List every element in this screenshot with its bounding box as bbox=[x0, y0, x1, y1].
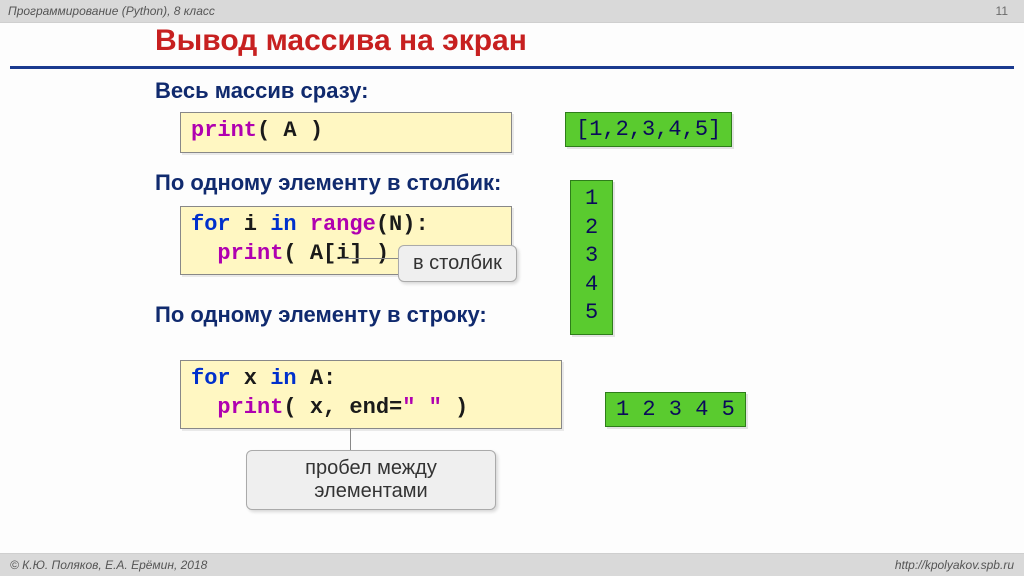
callout-connector bbox=[350, 429, 352, 451]
kw-in: in bbox=[270, 366, 296, 391]
kw-print: print bbox=[217, 241, 283, 266]
kw-print: print bbox=[217, 395, 283, 420]
output-row: 1 2 3 4 5 bbox=[605, 392, 746, 427]
code-string: " " bbox=[402, 395, 442, 420]
code-text: ( A ) bbox=[257, 118, 323, 143]
code-text: ( A[i] ) bbox=[283, 241, 389, 266]
kw-print: print bbox=[191, 118, 257, 143]
header-left: Программирование (Python), 8 класс bbox=[8, 4, 215, 18]
slide: Программирование (Python), 8 класс 11 Вы… bbox=[0, 0, 1024, 576]
output-whole-array: [1,2,3,4,5] bbox=[565, 112, 732, 147]
bottom-bar: © К.Ю. Поляков, Е.А. Ерёмин, 2018 http:/… bbox=[0, 553, 1024, 576]
slide-title: Вывод массива на экран bbox=[155, 24, 527, 58]
callout-connector bbox=[340, 258, 398, 259]
kw-range: range bbox=[297, 212, 376, 237]
code-text: (N): bbox=[376, 212, 429, 237]
subheading-whole-array: Весь массив сразу: bbox=[155, 78, 368, 104]
page-number: 11 bbox=[996, 4, 1008, 18]
top-bar: Программирование (Python), 8 класс 11 bbox=[0, 0, 1024, 23]
kw-in: in bbox=[270, 212, 296, 237]
code-for-in-a: for x in A: print( x, end=" " ) bbox=[180, 360, 562, 429]
callout-space: пробел между элементами bbox=[246, 450, 496, 510]
kw-for: for bbox=[191, 366, 231, 391]
code-text: A: bbox=[297, 366, 337, 391]
code-print-a: print( A ) bbox=[180, 112, 512, 153]
code-text: ) bbox=[442, 395, 468, 420]
kw-for: for bbox=[191, 212, 231, 237]
code-text: ( x, end= bbox=[283, 395, 402, 420]
callout-column: в столбик bbox=[398, 245, 517, 282]
footer-right: http://kpolyakov.spb.ru bbox=[895, 558, 1014, 572]
subheading-column: По одному элементу в столбик: bbox=[155, 170, 501, 196]
title-rule bbox=[10, 66, 1014, 69]
code-indent bbox=[191, 395, 217, 420]
footer-left: © К.Ю. Поляков, Е.А. Ерёмин, 2018 bbox=[10, 558, 207, 572]
output-column: 1 2 3 4 5 bbox=[570, 180, 613, 335]
code-indent bbox=[191, 241, 217, 266]
code-text: i bbox=[231, 212, 271, 237]
code-text: x bbox=[231, 366, 271, 391]
subheading-row: По одному элементу в строку: bbox=[155, 302, 487, 328]
